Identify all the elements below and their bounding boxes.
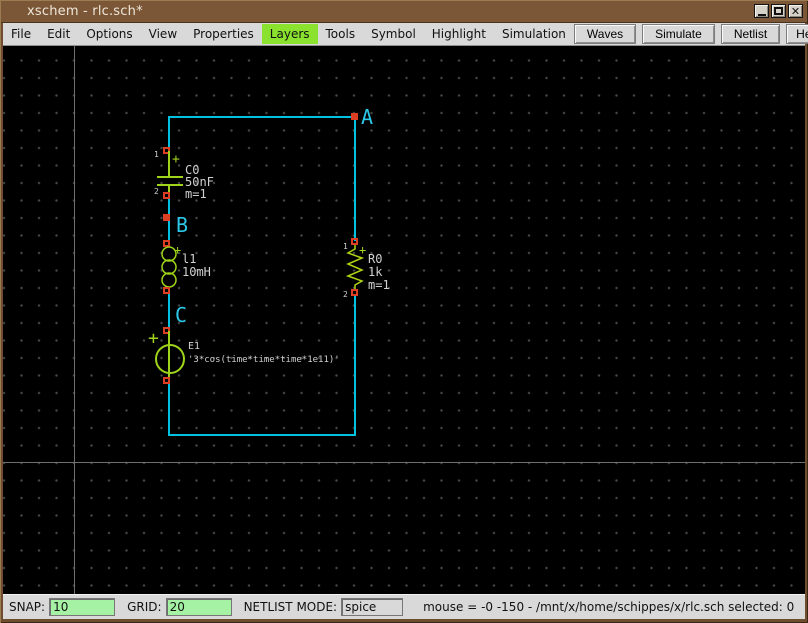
- source-value: '3*cos(time*time*time*1e11)': [188, 355, 340, 365]
- menubar: File Edit Options View Properties Layers…: [3, 23, 808, 46]
- snap-label: SNAP:: [9, 600, 46, 614]
- grid-input[interactable]: [165, 598, 232, 616]
- xschem-window: xschem - rlc.sch* ✕ File Edit Options Vi…: [0, 0, 808, 623]
- source-plus-mark: +: [148, 328, 159, 349]
- inductor-value: 10mH: [182, 265, 211, 279]
- wire-left-top[interactable]: [168, 116, 170, 150]
- resistor-pin1-number: 1: [343, 242, 348, 251]
- inductor-pin2-marker: [163, 287, 170, 294]
- waves-button[interactable]: Waves: [573, 24, 637, 44]
- statusbar: SNAP: GRID: NETLIST MODE: mouse = -0 -15…: [3, 594, 805, 619]
- capacitor-pin1-number: 1: [154, 150, 159, 159]
- schematic-canvas[interactable]: A B C 1 2 + C0 50nF m=1 + l1 10mH + E1 '…: [3, 46, 805, 594]
- snap-input[interactable]: [49, 598, 116, 616]
- menu-view[interactable]: View: [141, 24, 185, 44]
- source-pin2-marker: [163, 377, 170, 384]
- wire-top[interactable]: [169, 116, 356, 118]
- window-body: File Edit Options View Properties Layers…: [3, 23, 808, 619]
- minimize-icon: [757, 13, 766, 16]
- menu-edit[interactable]: Edit: [39, 24, 78, 44]
- inductor-name: l1: [182, 252, 197, 266]
- menu-tools[interactable]: Tools: [318, 24, 364, 44]
- wire-src-to-bottom[interactable]: [168, 382, 170, 436]
- source-circle: [155, 344, 185, 374]
- mouse-coordinates-info: mouse = -0 -150 - /mnt/x/home/schippes/x…: [423, 600, 795, 614]
- resistor-pin2-marker: [351, 289, 358, 296]
- capacitor-plus-mark: +: [172, 152, 180, 167]
- wire-bottom[interactable]: [169, 434, 356, 436]
- capacitor-plate-bottom: [157, 184, 183, 186]
- grid-label: GRID:: [127, 600, 162, 614]
- maximize-icon: [774, 7, 783, 15]
- close-icon: ✕: [790, 4, 801, 18]
- menu-properties[interactable]: Properties: [185, 24, 262, 44]
- wire-right-lower[interactable]: [354, 294, 356, 436]
- resistor-value: 1k: [368, 265, 383, 279]
- capacitor-plate-top: [157, 176, 183, 178]
- maximize-button[interactable]: [771, 4, 786, 18]
- node-label-a[interactable]: A: [361, 107, 373, 127]
- netlist-mode-label: NETLIST MODE:: [243, 600, 338, 614]
- menu-layers[interactable]: Layers: [261, 24, 318, 44]
- origin-axis-y: [74, 46, 75, 594]
- resistor-plus-mark: +: [359, 243, 367, 257]
- menu-simulation[interactable]: Simulation: [494, 24, 574, 44]
- capacitor-mult: m=1: [185, 187, 207, 201]
- junction-b-marker: [163, 214, 170, 221]
- origin-axis-x: [3, 462, 805, 463]
- window-controls: ✕: [754, 4, 803, 18]
- resistor-mult: m=1: [368, 278, 390, 292]
- source-name: E1: [188, 341, 201, 352]
- help-button[interactable]: Help: [786, 24, 808, 44]
- resistor-pin1-marker: [351, 238, 358, 245]
- netlist-mode-input[interactable]: [341, 598, 404, 616]
- capacitor-pin2-number: 2: [154, 187, 159, 196]
- menu-symbol[interactable]: Symbol: [363, 24, 424, 44]
- wire-ind-to-src[interactable]: [168, 291, 170, 329]
- inductor-plus-mark: +: [174, 243, 182, 257]
- junction-a-marker: [351, 113, 358, 120]
- close-button[interactable]: ✕: [788, 4, 803, 18]
- resistor-name: R0: [368, 252, 383, 266]
- minimize-button[interactable]: [754, 4, 769, 18]
- wire-right-upper[interactable]: [354, 116, 356, 241]
- menu-file[interactable]: File: [3, 24, 39, 44]
- capacitor-lead-top: [168, 151, 170, 177]
- resistor-pin2-number: 2: [343, 290, 348, 299]
- netlist-button[interactable]: Netlist: [720, 24, 781, 44]
- node-label-c[interactable]: C: [175, 305, 187, 325]
- node-label-b[interactable]: B: [176, 215, 188, 235]
- menu-highlight[interactable]: Highlight: [424, 24, 494, 44]
- window-title: xschem - rlc.sch*: [27, 4, 143, 19]
- menu-options[interactable]: Options: [78, 24, 140, 44]
- capacitor-pin2-marker: [163, 192, 170, 199]
- simulate-button[interactable]: Simulate: [642, 24, 715, 44]
- titlebar[interactable]: xschem - rlc.sch* ✕: [1, 1, 807, 23]
